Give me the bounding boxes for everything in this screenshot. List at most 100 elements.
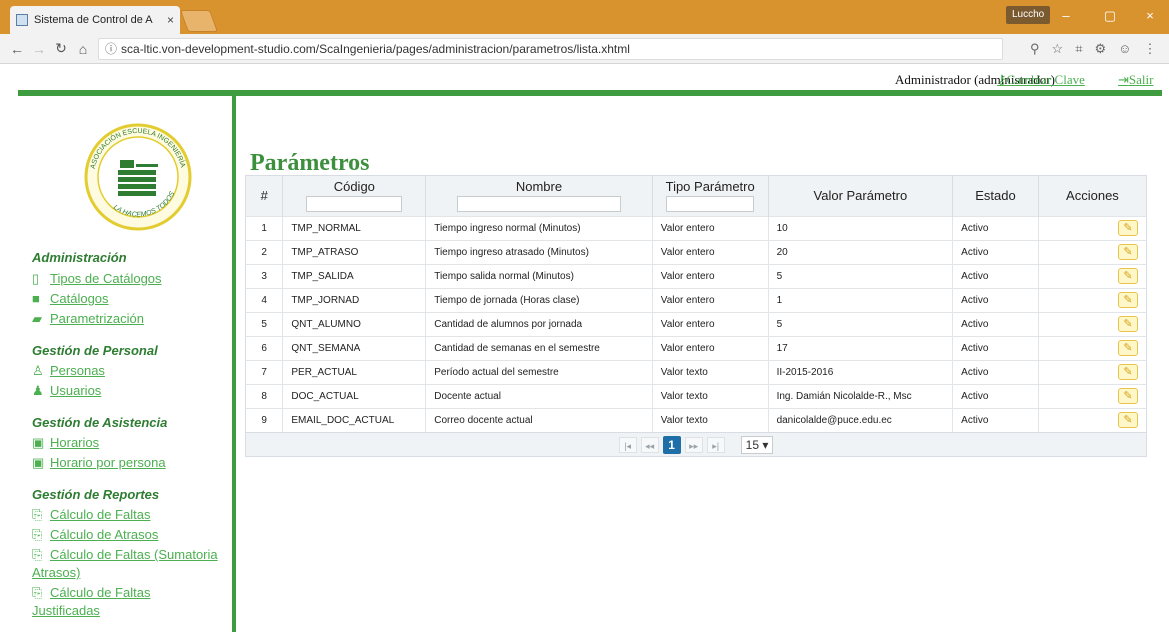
first-page-button[interactable]: |◂ [618, 436, 637, 453]
close-window-button[interactable]: × [1136, 6, 1164, 26]
cell-tipo: Valor entero [652, 239, 769, 264]
person-icon: ♙ [32, 363, 44, 378]
nav-section-asistencia: Gestión de Asistencia [32, 415, 168, 430]
edit-pencil-icon[interactable]: ✎ [1118, 268, 1138, 284]
cell-number: 5 [246, 311, 284, 336]
table-header-row: # Código Nombre Tipo Parámetro Valor Par… [246, 176, 1146, 216]
last-page-button[interactable]: ▸| [706, 436, 725, 453]
calendar-check-icon: ▣ [32, 455, 45, 470]
back-arrow-icon[interactable]: ← [6, 41, 28, 57]
cell-tipo: Valor texto [652, 359, 769, 384]
nav-item-horarios[interactable]: ▣ Horarios [32, 435, 99, 451]
edit-pencil-icon[interactable]: ✎ [1118, 340, 1138, 356]
favicon-icon [16, 14, 28, 26]
star-icon[interactable]: ☆ [1052, 41, 1064, 57]
nav-item-parametrizacion[interactable]: ▰ Parametrización [32, 311, 144, 327]
prev-page-button[interactable]: ◂◂ [640, 436, 659, 453]
cell-valor: 20 [768, 239, 954, 264]
nav-item-catalogos[interactable]: ■ Catálogos [32, 291, 109, 306]
cell-tipo: Valor entero [652, 215, 769, 240]
home-icon[interactable]: ⌂ [72, 41, 94, 57]
change-password-link[interactable]: ⚷Cambiar Clave [997, 72, 1085, 88]
tab-close-icon[interactable]: × [167, 13, 174, 27]
nombre-filter-input[interactable] [456, 196, 621, 213]
cell-estado: Activo [952, 287, 1039, 312]
nav-item-usuarios[interactable]: ♟ Usuarios [32, 383, 101, 399]
page-size-select[interactable]: 15 ▾ [740, 435, 774, 454]
cell-valor: 1 [768, 287, 954, 312]
cell-number: 1 [246, 215, 284, 240]
nav-item-tipos-catalogos[interactable]: ▯ Tipos de Catálogos [32, 271, 162, 287]
logout-link[interactable]: ⇥Salir [1118, 72, 1153, 88]
col-estado: Estado [952, 176, 1039, 216]
edit-pencil-icon[interactable]: ✎ [1118, 364, 1138, 380]
cell-estado: Activo [952, 311, 1039, 336]
users-icon: ♟ [32, 383, 44, 398]
table-row: 4 TMP_JORNAD Tiempo de jornada (Horas cl… [246, 287, 1146, 312]
browser-user-badge[interactable]: Luccho [1006, 6, 1051, 24]
cell-acciones: ✎ [1038, 239, 1146, 264]
nav-item-faltas-justificadas-cont[interactable]: Justificadas [32, 603, 100, 618]
cell-estado: Activo [952, 239, 1039, 264]
col-codigo[interactable]: Código [282, 176, 427, 216]
edit-pencil-icon[interactable]: ✎ [1118, 316, 1138, 332]
cell-estado: Activo [952, 383, 1039, 408]
profile-icon[interactable]: ☺ [1118, 41, 1131, 57]
edit-pencil-icon[interactable]: ✎ [1118, 244, 1138, 260]
edit-pencil-icon[interactable]: ✎ [1118, 220, 1138, 236]
url-field[interactable]: ⓘ sca-ltic.von-development-studio.com/Sca… [98, 38, 1003, 60]
user-header: Administrador (administrador) ⚷Cambiar C… [0, 70, 1169, 90]
cell-acciones: ✎ [1038, 359, 1146, 384]
minimize-button[interactable]: – [1052, 6, 1080, 26]
pin-icon[interactable]: ⚲ [1030, 41, 1040, 57]
calendar-icon: ▣ [32, 435, 45, 450]
extension-icon[interactable]: ⚙ [1095, 41, 1107, 57]
nav-item-faltas-justificadas[interactable]: ⎘ Cálculo de Faltas [32, 585, 150, 601]
col-tipo-parametro[interactable]: Tipo Parámetro [652, 176, 769, 216]
nav-item-calculo-faltas[interactable]: ⎘ Cálculo de Faltas [32, 507, 150, 523]
edit-pencil-icon[interactable]: ✎ [1118, 412, 1138, 429]
cell-acciones: ✎ [1038, 263, 1146, 288]
cell-number: 4 [246, 287, 284, 312]
cell-codigo: EMAIL_DOC_ACTUAL [282, 407, 427, 432]
tipo-filter-input[interactable] [666, 196, 755, 213]
menu-icon[interactable]: ⋮ [1143, 41, 1156, 57]
cell-number: 3 [246, 263, 284, 288]
cell-acciones: ✎ [1038, 383, 1146, 408]
edit-pencil-icon[interactable]: ✎ [1118, 388, 1138, 404]
maximize-button[interactable]: ▢ [1096, 6, 1124, 26]
translate-icon[interactable]: ⌗ [1075, 41, 1082, 57]
table-row: 8 DOC_ACTUAL Docente actual Valor texto … [246, 383, 1146, 408]
cell-nombre: Correo docente actual [425, 407, 653, 432]
next-page-button[interactable]: ▸▸ [684, 436, 703, 453]
cell-codigo: QNT_ALUMNO [282, 311, 427, 336]
nav-item-personas[interactable]: ♙ Personas [32, 363, 105, 379]
paginator: |◂ ◂◂ 1 ▸▸ ▸| 15 ▾ [246, 432, 1146, 456]
table-row: 2 TMP_ATRASO Tiempo ingreso atrasado (Mi… [246, 239, 1146, 264]
browser-tab[interactable]: Sistema de Control de A × [10, 6, 180, 34]
cell-valor: 5 [768, 311, 954, 336]
pdf-icon: ⎘ [32, 507, 43, 522]
cell-codigo: TMP_SALIDA [282, 263, 427, 288]
codigo-filter-input[interactable] [306, 196, 403, 213]
table-row: 1 TMP_NORMAL Tiempo ingreso normal (Minu… [246, 215, 1146, 240]
cell-codigo: DOC_ACTUAL [282, 383, 427, 408]
nav-item-calculo-atrasos[interactable]: ⎘ Cálculo de Atrasos [32, 527, 158, 543]
nav-item-horario-persona[interactable]: ▣ Horario por persona [32, 455, 166, 471]
cell-codigo: PER_ACTUAL [282, 359, 427, 384]
nav-item-faltas-sumatoria-cont[interactable]: Atrasos) [32, 565, 80, 580]
reload-icon[interactable]: ↻ [50, 40, 72, 57]
cell-nombre: Tiempo de jornada (Horas clase) [425, 287, 653, 312]
col-nombre[interactable]: Nombre [425, 176, 653, 216]
info-icon[interactable]: ⓘ [105, 42, 117, 56]
new-tab-button[interactable] [179, 10, 219, 32]
current-page-button[interactable]: 1 [662, 435, 681, 454]
table-row: 5 QNT_ALUMNO Cantidad de alumnos por jor… [246, 311, 1146, 336]
cell-estado: Activo [952, 215, 1039, 240]
edit-pencil-icon[interactable]: ✎ [1118, 292, 1138, 308]
forward-arrow-icon[interactable]: → [28, 41, 50, 57]
table-row: 7 PER_ACTUAL Período actual del semestre… [246, 359, 1146, 384]
cell-tipo: Valor entero [652, 287, 769, 312]
extension-icons: ⚲ ☆ ⌗ ⚙ ☺ ⋮ [1030, 41, 1156, 57]
nav-item-faltas-sumatoria[interactable]: ⎘ Cálculo de Faltas (Sumatoria [32, 547, 218, 563]
